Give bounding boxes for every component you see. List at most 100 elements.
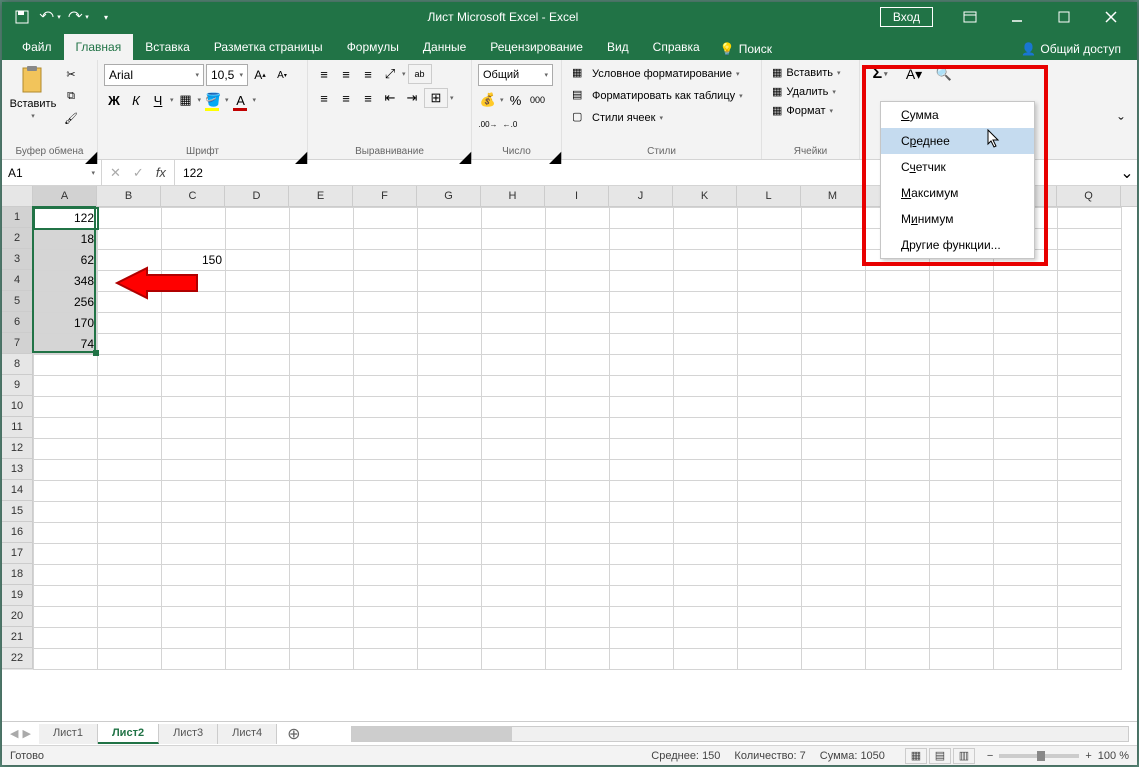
autosum-max-item[interactable]: Максимум — [881, 180, 1034, 206]
tab-view[interactable]: Вид — [595, 34, 641, 60]
maximize-icon[interactable] — [1041, 3, 1086, 31]
cell-O6[interactable] — [930, 313, 994, 334]
cell-D18[interactable] — [226, 565, 290, 586]
row-header-8[interactable]: 8 — [2, 354, 33, 375]
cell-H1[interactable] — [482, 208, 546, 229]
col-header-E[interactable]: E — [289, 186, 353, 206]
align-right-icon[interactable]: ≡ — [358, 88, 378, 108]
cell-H11[interactable] — [482, 418, 546, 439]
cell-Q7[interactable] — [1058, 334, 1122, 355]
cell-D12[interactable] — [226, 439, 290, 460]
save-icon[interactable] — [10, 5, 34, 29]
col-header-Q[interactable]: Q — [1057, 186, 1121, 206]
cell-H12[interactable] — [482, 439, 546, 460]
cell-P22[interactable] — [994, 649, 1058, 670]
cell-E19[interactable] — [290, 586, 354, 607]
cell-O17[interactable] — [930, 544, 994, 565]
cell-H8[interactable] — [482, 355, 546, 376]
cell-C12[interactable] — [162, 439, 226, 460]
cell-B2[interactable] — [98, 229, 162, 250]
cell-P13[interactable] — [994, 460, 1058, 481]
row-header-7[interactable]: 7 — [2, 333, 33, 354]
cell-Q22[interactable] — [1058, 649, 1122, 670]
cell-O4[interactable] — [930, 271, 994, 292]
sheet-nav-prev-icon[interactable]: ◀ — [10, 727, 18, 740]
cell-J13[interactable] — [610, 460, 674, 481]
cell-A9[interactable] — [34, 376, 98, 397]
cell-P10[interactable] — [994, 397, 1058, 418]
cell-M6[interactable] — [802, 313, 866, 334]
cell-G3[interactable] — [418, 250, 482, 271]
cell-K15[interactable] — [674, 502, 738, 523]
cell-F14[interactable] — [354, 481, 418, 502]
number-format-combo[interactable]: Общий▾ — [478, 64, 553, 86]
cell-J16[interactable] — [610, 523, 674, 544]
row-header-15[interactable]: 15 — [2, 501, 33, 522]
zoom-level[interactable]: 100 % — [1098, 750, 1129, 762]
cell-P4[interactable] — [994, 271, 1058, 292]
cell-H16[interactable] — [482, 523, 546, 544]
align-bottom-icon[interactable]: ≡ — [358, 64, 378, 84]
cell-M19[interactable] — [802, 586, 866, 607]
font-size-combo[interactable]: 10,5▾ — [206, 64, 248, 86]
sheet-tab-3[interactable]: Лист3 — [159, 724, 218, 744]
cell-M17[interactable] — [802, 544, 866, 565]
cell-H5[interactable] — [482, 292, 546, 313]
cell-G22[interactable] — [418, 649, 482, 670]
row-header-5[interactable]: 5 — [2, 291, 33, 312]
row-header-16[interactable]: 16 — [2, 522, 33, 543]
cell-F4[interactable] — [354, 271, 418, 292]
cell-A8[interactable] — [34, 355, 98, 376]
cell-N11[interactable] — [866, 418, 930, 439]
cell-G12[interactable] — [418, 439, 482, 460]
cell-F16[interactable] — [354, 523, 418, 544]
cell-C9[interactable] — [162, 376, 226, 397]
cell-D20[interactable] — [226, 607, 290, 628]
cell-O21[interactable] — [930, 628, 994, 649]
sheet-tab-1[interactable]: Лист1 — [39, 724, 98, 744]
cell-L22[interactable] — [738, 649, 802, 670]
cell-O13[interactable] — [930, 460, 994, 481]
font-name-combo[interactable]: Arial▾ — [104, 64, 204, 86]
align-middle-icon[interactable]: ≡ — [336, 64, 356, 84]
row-header-2[interactable]: 2 — [2, 228, 33, 249]
format-as-table-button[interactable]: ▤Форматировать как таблицу▾ — [568, 86, 755, 106]
cell-Q15[interactable] — [1058, 502, 1122, 523]
cell-H20[interactable] — [482, 607, 546, 628]
cell-F20[interactable] — [354, 607, 418, 628]
cell-B15[interactable] — [98, 502, 162, 523]
row-header-17[interactable]: 17 — [2, 543, 33, 564]
cell-Q11[interactable] — [1058, 418, 1122, 439]
tab-help[interactable]: Справка — [641, 34, 712, 60]
col-header-B[interactable]: B — [97, 186, 161, 206]
cell-A4[interactable]: 348 — [34, 271, 98, 292]
cell-N12[interactable] — [866, 439, 930, 460]
cell-D16[interactable] — [226, 523, 290, 544]
decrease-decimal-icon[interactable]: ←.0 — [500, 114, 520, 134]
cell-F11[interactable] — [354, 418, 418, 439]
cell-M21[interactable] — [802, 628, 866, 649]
cell-P19[interactable] — [994, 586, 1058, 607]
cell-F12[interactable] — [354, 439, 418, 460]
autosum-average-item[interactable]: Среднее — [881, 128, 1034, 154]
cell-N6[interactable] — [866, 313, 930, 334]
cell-C22[interactable] — [162, 649, 226, 670]
cell-H22[interactable] — [482, 649, 546, 670]
cell-G2[interactable] — [418, 229, 482, 250]
cell-J5[interactable] — [610, 292, 674, 313]
cut-icon[interactable]: ✂ — [60, 64, 82, 84]
cell-K13[interactable] — [674, 460, 738, 481]
col-header-G[interactable]: G — [417, 186, 481, 206]
cell-Q12[interactable] — [1058, 439, 1122, 460]
cell-G16[interactable] — [418, 523, 482, 544]
cell-O14[interactable] — [930, 481, 994, 502]
cell-K1[interactable] — [674, 208, 738, 229]
cell-A20[interactable] — [34, 607, 98, 628]
cell-B11[interactable] — [98, 418, 162, 439]
cell-P21[interactable] — [994, 628, 1058, 649]
row-header-10[interactable]: 10 — [2, 396, 33, 417]
cell-K21[interactable] — [674, 628, 738, 649]
tab-insert[interactable]: Вставка — [133, 34, 202, 60]
cell-L8[interactable] — [738, 355, 802, 376]
cell-P6[interactable] — [994, 313, 1058, 334]
